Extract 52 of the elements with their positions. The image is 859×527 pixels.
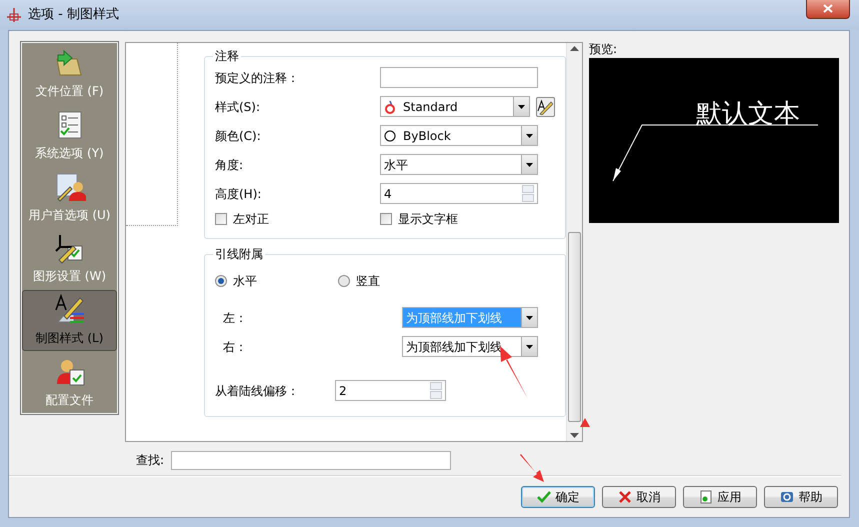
axes-pencil-icon <box>54 232 86 264</box>
checkbox-label: 左对正 <box>233 211 269 228</box>
field-label: 左： <box>222 310 248 326</box>
checkbox[interactable] <box>215 213 227 225</box>
find-field[interactable] <box>171 450 452 470</box>
radio-label: 竖直 <box>356 273 380 290</box>
annotation-arrow <box>519 454 545 483</box>
color-dropdown[interactable]: ByBlock <box>380 125 538 146</box>
group-title: 注释 <box>214 49 240 63</box>
scroll-down-icon <box>570 433 579 438</box>
check-icon <box>536 490 550 504</box>
radio-button[interactable] <box>338 275 350 287</box>
cancel-button[interactable]: 取消 <box>602 486 676 508</box>
angle-dropdown[interactable]: 水平 <box>380 154 538 175</box>
input-field[interactable] <box>380 67 538 88</box>
field-label: 预定义的注释： <box>215 70 300 86</box>
preview-text: 默认文本 <box>696 99 800 129</box>
document-icon <box>698 490 712 504</box>
help-button[interactable]: 帮助 <box>764 486 838 508</box>
style-dropdown[interactable]: Standard <box>380 96 530 117</box>
field-label: 高度(H): <box>215 186 262 202</box>
user-chart-icon <box>54 170 86 203</box>
preview-label: 预览: <box>589 41 618 58</box>
field-label: 角度: <box>215 156 244 174</box>
apply-button[interactable]: 应用 <box>683 486 757 508</box>
app-logo-icon <box>6 7 22 23</box>
scrollbar[interactable] <box>566 43 582 441</box>
field-label: 样式(S): <box>215 98 262 116</box>
radio-label: 水平 <box>233 273 257 290</box>
field-label: 从着陆线偏移： <box>215 382 300 400</box>
text-pencil-icon <box>537 98 554 114</box>
text-style-button[interactable] <box>536 96 555 116</box>
sidebar-item[interactable]: 制图样式 (L) <box>22 290 117 352</box>
group-title: 引线附属 <box>214 247 264 261</box>
close-icon <box>823 4 833 13</box>
offset-spinner[interactable]: 2 <box>335 380 446 401</box>
checkbox[interactable] <box>380 213 392 225</box>
field-label: 右： <box>222 338 248 356</box>
height-spinner[interactable]: 4 <box>380 183 538 204</box>
ok-button[interactable]: 确定 <box>521 486 595 508</box>
find-label: 查找: <box>136 452 164 469</box>
style-icon <box>384 100 396 114</box>
triangle-icon <box>580 418 590 427</box>
radio-button[interactable] <box>215 275 227 287</box>
field-label: 颜色(C): <box>215 128 262 144</box>
close-icon <box>618 490 632 504</box>
close-button[interactable] <box>806 0 850 19</box>
window-title: 选项 - 制图样式 <box>28 6 119 24</box>
scroll-up-icon <box>570 46 579 51</box>
help-icon <box>780 490 794 504</box>
checkbox-label: 显示文字框 <box>398 211 458 228</box>
circle-icon <box>384 130 396 142</box>
